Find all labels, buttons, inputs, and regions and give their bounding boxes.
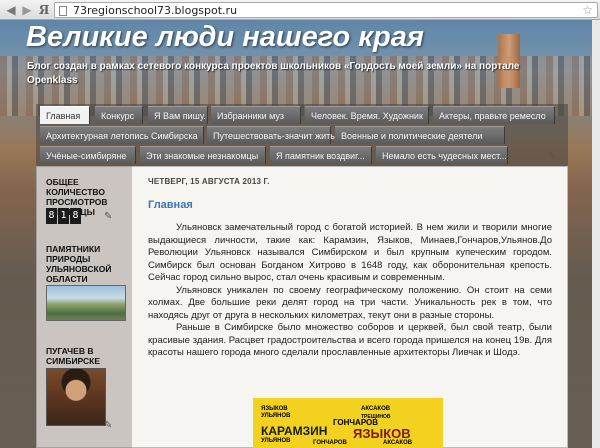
pugachev-title: ПУГАЧЕВ В СИМБИРСКЕ xyxy=(46,346,101,366)
post-paragraph: Раньше в Симбирске было множество соборо… xyxy=(148,322,552,358)
gadget-edit-wrench-icon-2[interactable]: ✎ xyxy=(104,420,112,431)
tab-monument[interactable]: Я памятник воздвиг... xyxy=(270,146,372,164)
book-name: ЯЗЫКОВ xyxy=(261,406,288,412)
tab-actors[interactable]: Актеры, правьте ремесло xyxy=(433,106,555,124)
tab-travel[interactable]: Путешествовать-значит жить. xyxy=(207,126,337,144)
tab-muses[interactable]: Избранники муз xyxy=(211,106,301,124)
views-counter: 8 1 8 xyxy=(46,208,82,224)
vertical-scrollbar[interactable] xyxy=(592,20,600,448)
tab-home[interactable]: Главная xyxy=(40,106,90,124)
pugachev-portrait-image[interactable] xyxy=(46,368,106,426)
page-icon xyxy=(59,6,67,16)
post-body: Ульяновск замечательный город с богатой … xyxy=(148,222,552,360)
nature-monuments-title: ПАМЯТНИКИ ПРИРОДЫ УЛЬЯНОВСКОЙ ОБЛАСТИ xyxy=(46,244,112,284)
nature-landscape-image[interactable] xyxy=(46,285,126,321)
gadget-edit-wrench-icon[interactable]: ✎ xyxy=(104,211,112,222)
book-name: ГОНЧАРОВ xyxy=(313,440,347,446)
book-name: АКСАКОВ xyxy=(361,406,391,412)
tab-artist[interactable]: Человек. Время. Художник xyxy=(305,106,429,124)
blog-description: Блог создан в рамках сетевого конкурса п… xyxy=(27,61,520,86)
tab-places[interactable]: Немало есть чудесных мест... xyxy=(376,146,508,164)
book-name: УЛЬЯНОВ xyxy=(261,413,291,419)
book-cover-image: ЯЗЫКОВ УЛЬЯНОВ АКСАКОВ ГОНЧАРОВ КАРАМЗИН… xyxy=(253,398,443,448)
forward-icon[interactable]: ▶ xyxy=(19,2,35,18)
book-name: ЯЗЫКОВ xyxy=(353,426,411,441)
post-paragraph: Ульяновск замечательный город с богатой … xyxy=(148,222,552,283)
counter-digit: 8 xyxy=(70,208,81,224)
counter-digit: 1 xyxy=(58,208,69,224)
tab-letters[interactable]: Я Вам пишу. xyxy=(148,106,208,124)
back-icon[interactable]: ◀ xyxy=(3,2,19,18)
address-url[interactable]: 73regionschool73.blogspot.ru xyxy=(73,4,237,17)
tabs-edit-wrench-icon[interactable]: ✎ xyxy=(548,151,556,162)
counter-digit: 8 xyxy=(46,208,57,224)
bookmark-star-icon[interactable]: ☆ xyxy=(582,3,593,17)
book-name: УЛЬЯНОВ xyxy=(261,438,291,444)
book-name: ТРЕЩИНОВ xyxy=(361,414,391,420)
book-name: КАРАМЗИН xyxy=(261,424,328,438)
address-bar[interactable]: 73regionschool73.blogspot.ru ☆ xyxy=(54,2,598,18)
post-date: ЧЕТВЕРГ, 15 АВГУСТА 2013 Г. xyxy=(148,177,270,186)
tab-contest[interactable]: Конкурс xyxy=(95,106,143,124)
blog-title[interactable]: Великие люди нашего края xyxy=(26,21,424,54)
tab-architecture[interactable]: Архитектурная летопись Симбирска xyxy=(40,126,204,144)
tab-military[interactable]: Военные и политические деятели xyxy=(335,126,505,144)
post-paragraph: Ульяновск уникален по своему географичес… xyxy=(148,284,552,321)
tab-scientists[interactable]: Учёные-симбиряне xyxy=(40,146,136,164)
tab-strangers[interactable]: Эти знакомые незнакомцы xyxy=(140,146,266,164)
post-title[interactable]: Главная xyxy=(148,199,193,211)
yandex-logo-icon[interactable]: Я xyxy=(36,2,52,18)
browser-toolbar: ◀ ▶ Я 73regionschool73.blogspot.ru ☆ xyxy=(0,0,600,20)
book-name: АКСАКОВ xyxy=(383,440,413,446)
